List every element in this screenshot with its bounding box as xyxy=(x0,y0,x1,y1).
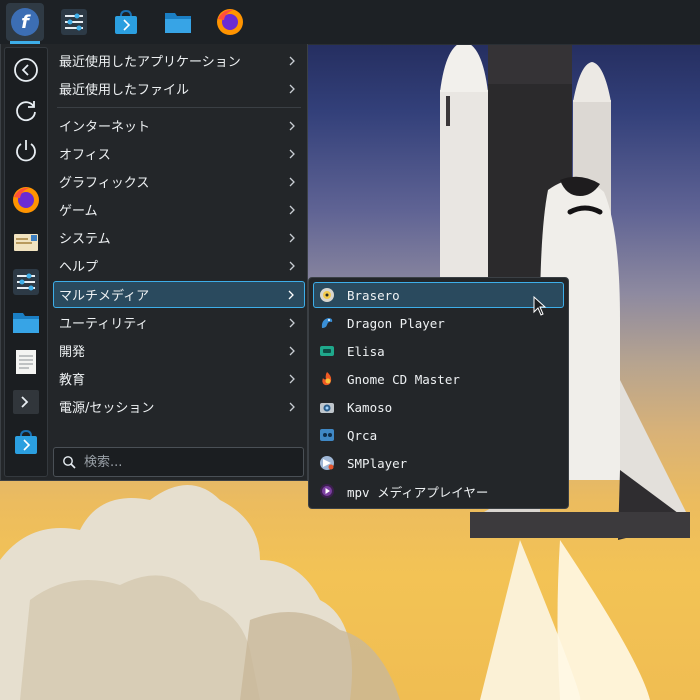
chevron-right-icon xyxy=(289,84,295,93)
elisa-icon xyxy=(319,343,335,359)
menu-item-label: グラフィックス xyxy=(59,176,150,191)
top-panel: f xyxy=(0,0,700,45)
chevron-right-icon xyxy=(289,149,295,158)
fedora-launcher-icon[interactable]: f xyxy=(6,3,44,44)
chevron-right-icon xyxy=(288,290,294,299)
menu-item-label: ゲーム xyxy=(59,204,98,219)
menu-item-label: ヘルプ xyxy=(59,260,99,275)
menu-item-recent-files[interactable]: 最近使用したファイル xyxy=(53,75,305,102)
app-elisa[interactable]: Elisa xyxy=(313,338,564,364)
menu-item-label: マルチメディア xyxy=(59,289,150,304)
mouse-cursor-icon xyxy=(533,296,547,316)
app-kamoso[interactable]: Kamoso xyxy=(313,394,564,420)
dragon-player-icon xyxy=(319,315,335,331)
file-manager-icon[interactable] xyxy=(10,306,42,338)
firefox-icon[interactable] xyxy=(10,184,42,216)
menu-item-label: ユーティリティ xyxy=(59,317,149,332)
chevron-right-icon xyxy=(289,121,295,130)
menu-separator xyxy=(57,107,301,108)
chevron-right-icon xyxy=(289,205,295,214)
favorites-sidebar xyxy=(4,47,48,477)
menu-item-multimedia[interactable]: マルチメディア xyxy=(53,281,305,308)
mail-icon[interactable] xyxy=(10,226,42,258)
kamoso-camera-icon xyxy=(319,399,335,415)
menu-item-utilities[interactable]: ユーティリティ xyxy=(53,309,305,336)
qrca-icon xyxy=(319,427,335,443)
app-label: Qrca xyxy=(347,427,378,443)
search-input[interactable] xyxy=(82,453,286,471)
app-label: mpv メディアプレイヤー xyxy=(347,484,489,500)
menu-item-label: オフィス xyxy=(59,148,111,163)
firefox-icon[interactable] xyxy=(211,3,249,41)
menu-item-label: 電源/セッション xyxy=(59,401,155,416)
smplayer-icon xyxy=(319,455,335,471)
restart-icon[interactable] xyxy=(10,94,42,126)
chevron-right-icon xyxy=(289,177,295,186)
menu-item-graphics[interactable]: グラフィックス xyxy=(53,168,305,195)
chevron-right-icon xyxy=(289,56,295,65)
app-label: Dragon Player xyxy=(347,315,445,331)
menu-item-label: 最近使用したファイル xyxy=(59,83,190,98)
chevron-right-icon xyxy=(289,261,295,270)
logout-icon[interactable] xyxy=(10,54,42,86)
app-gnome-cd-master[interactable]: Gnome CD Master xyxy=(313,366,564,392)
menu-item-education[interactable]: 教育 xyxy=(53,365,305,392)
chevron-right-icon xyxy=(289,374,295,383)
app-label: Elisa xyxy=(347,343,385,359)
menu-item-development[interactable]: 開発 xyxy=(53,337,305,364)
menu-item-label: システム xyxy=(59,232,111,247)
app-label: SMPlayer xyxy=(347,455,408,471)
app-brasero[interactable]: Brasero xyxy=(313,282,564,308)
app-label: Brasero xyxy=(347,287,400,303)
app-dragon-player[interactable]: Dragon Player xyxy=(313,310,564,336)
menu-item-recent-applications[interactable]: 最近使用したアプリケーション xyxy=(53,47,305,74)
chevron-right-icon xyxy=(289,402,295,411)
system-settings-icon[interactable] xyxy=(10,266,42,298)
search-icon xyxy=(63,456,76,469)
menu-item-label: 教育 xyxy=(59,373,86,388)
mpv-icon xyxy=(319,483,335,499)
terminal-icon[interactable] xyxy=(10,386,42,418)
menu-item-office[interactable]: オフィス xyxy=(53,140,305,167)
app-qrca[interactable]: Qrca xyxy=(313,422,564,448)
multimedia-submenu: Brasero Dragon Player Elisa Gnome CD Mas… xyxy=(308,277,569,509)
shutdown-icon[interactable] xyxy=(10,134,42,166)
menu-item-label: 開発 xyxy=(59,345,86,360)
app-label: Kamoso xyxy=(347,399,393,415)
system-settings-icon[interactable] xyxy=(55,3,93,41)
menu-item-internet[interactable]: インターネット xyxy=(53,112,305,139)
discover-store-icon[interactable] xyxy=(10,426,42,458)
chevron-right-icon xyxy=(289,233,295,242)
application-launcher-menu: 最近使用したアプリケーション 最近使用したファイル インターネット オフィス グ… xyxy=(0,44,308,481)
text-editor-icon[interactable] xyxy=(10,346,42,378)
app-smplayer[interactable]: SMPlayer xyxy=(313,450,564,476)
chevron-right-icon xyxy=(289,318,295,327)
file-manager-icon[interactable] xyxy=(159,3,197,41)
menu-item-label: インターネット xyxy=(59,120,151,135)
discover-store-icon[interactable] xyxy=(107,3,145,41)
menu-item-label: 最近使用したアプリケーション xyxy=(59,55,241,70)
chevron-right-icon xyxy=(289,346,295,355)
menu-item-system[interactable]: システム xyxy=(53,224,305,251)
search-box[interactable] xyxy=(53,447,304,477)
menu-item-help[interactable]: ヘルプ xyxy=(53,252,305,279)
app-mpv[interactable]: mpv メディアプレイヤー xyxy=(313,478,564,504)
menu-item-games[interactable]: ゲーム xyxy=(53,196,305,223)
brasero-disc-icon xyxy=(319,287,335,303)
menu-item-power-session[interactable]: 電源/セッション xyxy=(53,393,305,420)
gnome-cd-master-icon xyxy=(319,371,335,387)
app-label: Gnome CD Master xyxy=(347,371,460,387)
